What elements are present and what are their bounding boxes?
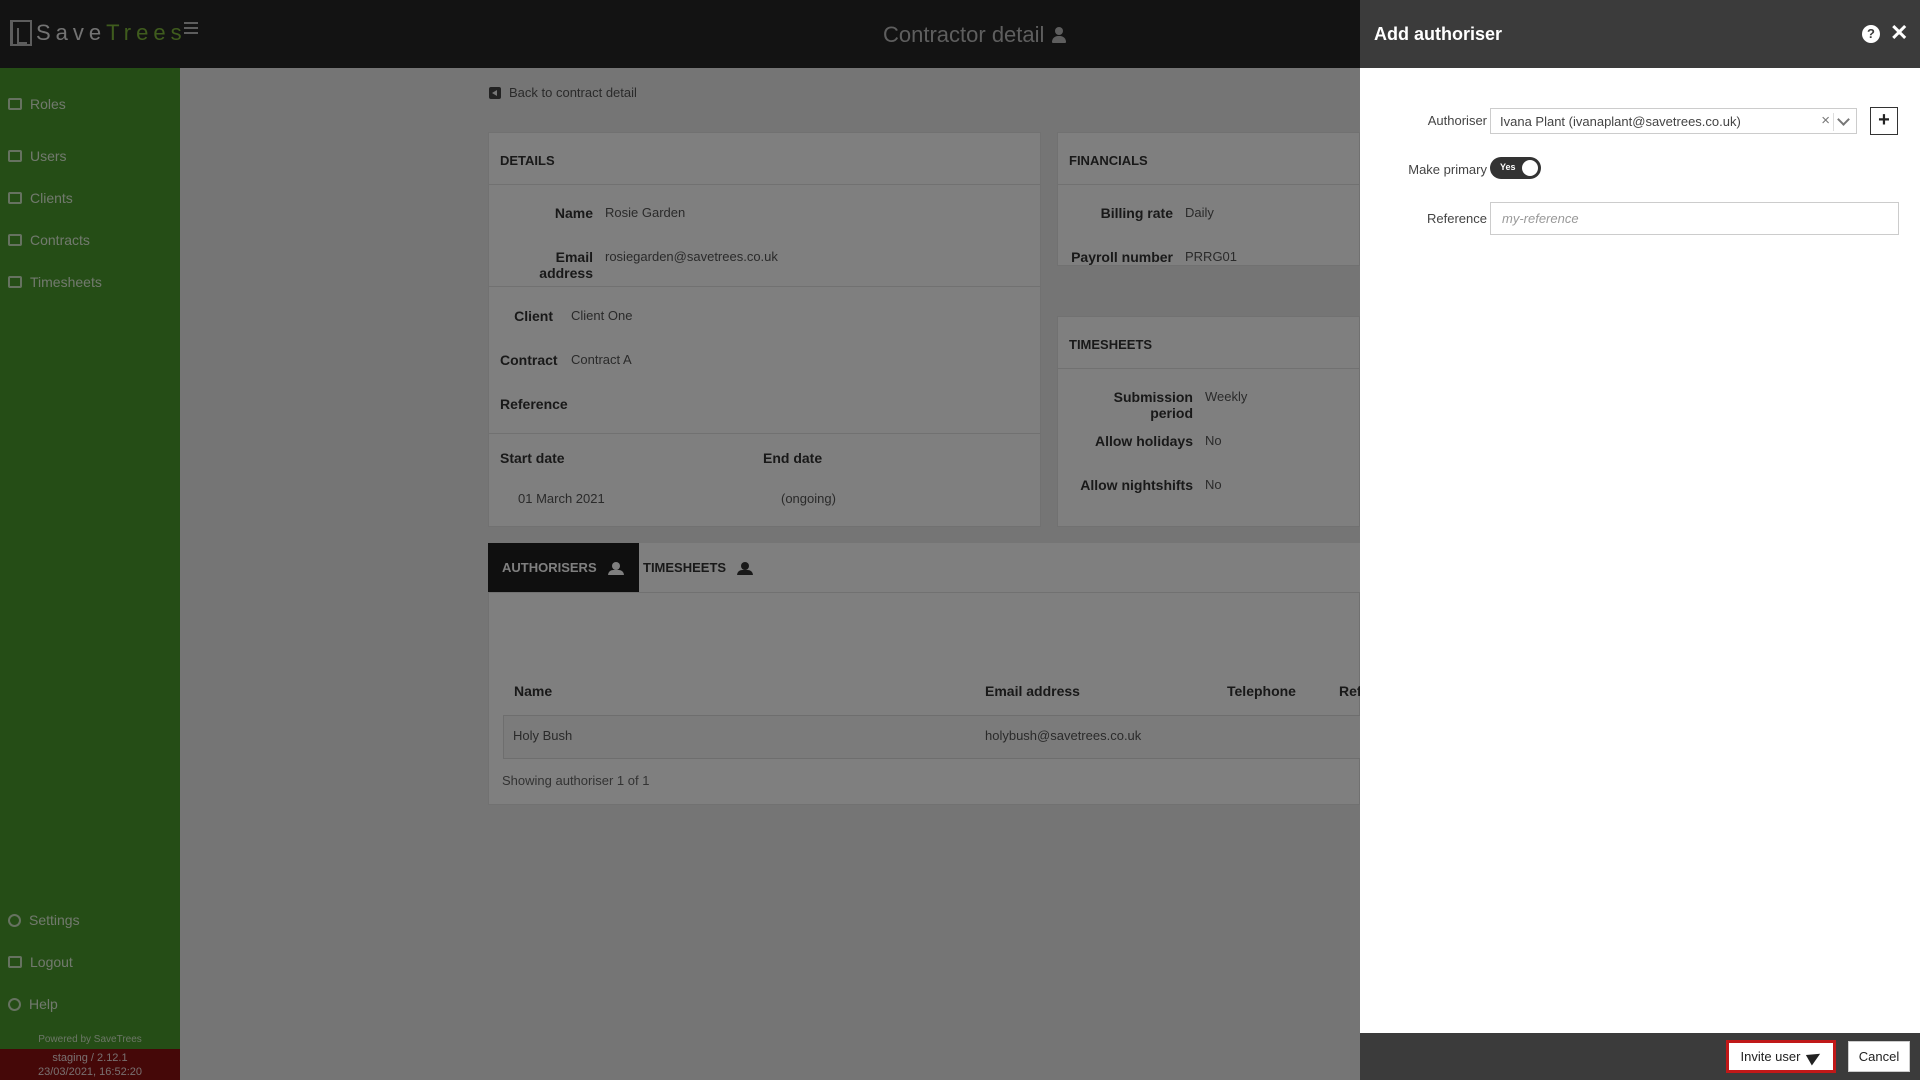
modal-backdrop[interactable] <box>0 0 1360 1080</box>
drawer-footer: Invite user Cancel <box>1360 1033 1920 1080</box>
add-new-authoriser-button[interactable]: + <box>1870 107 1898 135</box>
clear-selection-icon[interactable]: × <box>1821 112 1830 129</box>
reference-input[interactable] <box>1490 202 1899 235</box>
add-authoriser-drawer: Add authoriser ? ✕ Authoriser Ivana Plan… <box>1360 0 1920 1080</box>
close-icon[interactable]: ✕ <box>1890 22 1908 44</box>
cancel-button[interactable]: Cancel <box>1848 1041 1910 1072</box>
authoriser-label: Authoriser <box>1427 113 1487 128</box>
help-icon[interactable]: ? <box>1862 25 1880 43</box>
invite-user-label: Invite user <box>1740 1049 1801 1064</box>
authoriser-selected-value: Ivana Plant (ivanaplant@savetrees.co.uk) <box>1500 114 1741 129</box>
select-separator <box>1833 113 1834 131</box>
drawer-header: Add authoriser ? ✕ <box>1360 0 1920 68</box>
chevron-down-icon[interactable] <box>1837 113 1850 126</box>
make-primary-label: Make primary <box>1408 162 1487 177</box>
reference-field-label: Reference <box>1427 211 1487 226</box>
authoriser-select[interactable]: Ivana Plant (ivanaplant@savetrees.co.uk)… <box>1490 108 1857 134</box>
invite-user-button[interactable]: Invite user <box>1726 1040 1836 1073</box>
drawer-title: Add authoriser <box>1374 24 1503 44</box>
toggle-yes-label: Yes <box>1500 162 1516 172</box>
drawer-body: Authoriser Ivana Plant (ivanaplant@savet… <box>1360 68 1920 1033</box>
paper-plane-icon <box>1806 1048 1824 1065</box>
toggle-knob <box>1522 160 1538 176</box>
make-primary-toggle[interactable]: Yes <box>1490 157 1541 179</box>
